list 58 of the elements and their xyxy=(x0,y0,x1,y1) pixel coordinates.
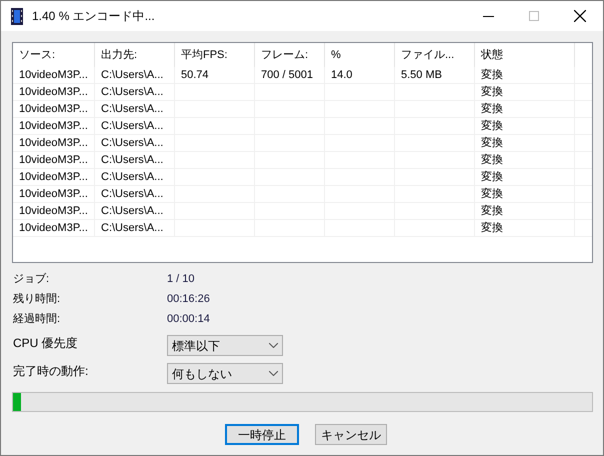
table-cell-text: 10videoM3P... xyxy=(19,118,88,134)
table-cell-text: 10videoM3P... xyxy=(19,204,88,219)
dropdown[interactable]: 何もしない xyxy=(167,363,283,384)
table-cell-text: 変換 xyxy=(481,186,503,202)
table-cell-text: C:\Users\A... xyxy=(101,102,164,117)
column-header[interactable]: ソース: xyxy=(19,46,56,64)
caret-icon xyxy=(269,343,278,348)
column-header[interactable]: 平均FPS: xyxy=(181,46,228,64)
caret-icon xyxy=(269,371,278,376)
table-cell-text: 10videoM3P... xyxy=(19,84,88,100)
table-cell-text: C:\Users\A... xyxy=(101,68,164,83)
info-value: 00:00:14 xyxy=(167,312,210,327)
info-label: ジョブ: xyxy=(13,272,50,287)
window-title: 1.40 % エンコード中... xyxy=(32,8,155,25)
column-header[interactable]: ファイル... xyxy=(401,46,454,64)
film-icon xyxy=(11,8,23,24)
setting-label: 完了時の動作: xyxy=(13,363,90,379)
close-icon[interactable] xyxy=(574,10,586,22)
table-cell-text: 変換 xyxy=(481,204,503,219)
table-cell-text: 10videoM3P... xyxy=(19,220,88,236)
column-header[interactable]: 出力先: xyxy=(101,46,138,64)
table-cell-text: C:\Users\A... xyxy=(101,84,164,100)
table-cell-text: 10videoM3P... xyxy=(19,152,88,168)
table-cell-text: C:\Users\A... xyxy=(101,220,164,236)
table-cell-text: C:\Users\A... xyxy=(101,186,164,202)
table-cell-text: 50.74 xyxy=(181,68,209,83)
table-cell-text: 変換 xyxy=(481,118,503,134)
column-header[interactable]: % xyxy=(331,46,341,64)
column-header[interactable]: 状態 xyxy=(481,46,503,64)
table-cell-text: 10videoM3P... xyxy=(19,68,88,83)
table-cell-text: C:\Users\A... xyxy=(101,204,164,219)
table-cell-text: 変換 xyxy=(481,102,503,117)
table-cell-text: C:\Users\A... xyxy=(101,118,164,134)
table-cell-text: 10videoM3P... xyxy=(19,186,88,202)
table-cell-text: 5.50 MB xyxy=(401,68,442,83)
table-cell-text: 10videoM3P... xyxy=(19,170,88,185)
setting-label: CPU 優先度 xyxy=(13,335,79,351)
table-cell-text: 変換 xyxy=(481,220,503,236)
dropdown[interactable]: 標準以下 xyxy=(167,335,283,356)
table-cell-text: 10videoM3P... xyxy=(19,102,88,117)
info-value: 1 / 10 xyxy=(167,272,195,287)
table-cell-text: 700 / 5001 xyxy=(261,68,313,83)
table-cell-text: 変換 xyxy=(481,152,503,168)
table-cell-text: 変換 xyxy=(481,84,503,100)
info-value: 00:16:26 xyxy=(167,292,210,307)
dialog-button[interactable]: 一時停止 xyxy=(225,424,299,445)
table-cell-text: C:\Users\A... xyxy=(101,170,164,185)
table-cell-text: 変換 xyxy=(481,136,503,151)
dialog-button[interactable]: キャンセル xyxy=(315,424,387,445)
table-cell-text: 変換 xyxy=(481,68,503,83)
table-cell-text: C:\Users\A... xyxy=(101,136,164,151)
info-label: 残り時間: xyxy=(13,292,62,307)
table-cell-text: 変換 xyxy=(481,170,503,185)
table-cell-text: C:\Users\A... xyxy=(101,152,164,168)
info-label: 経過時間: xyxy=(13,312,62,327)
table-cell-text: 10videoM3P... xyxy=(19,136,88,151)
column-header[interactable]: フレーム: xyxy=(261,46,308,64)
table-cell-text: 14.0 xyxy=(331,68,352,83)
